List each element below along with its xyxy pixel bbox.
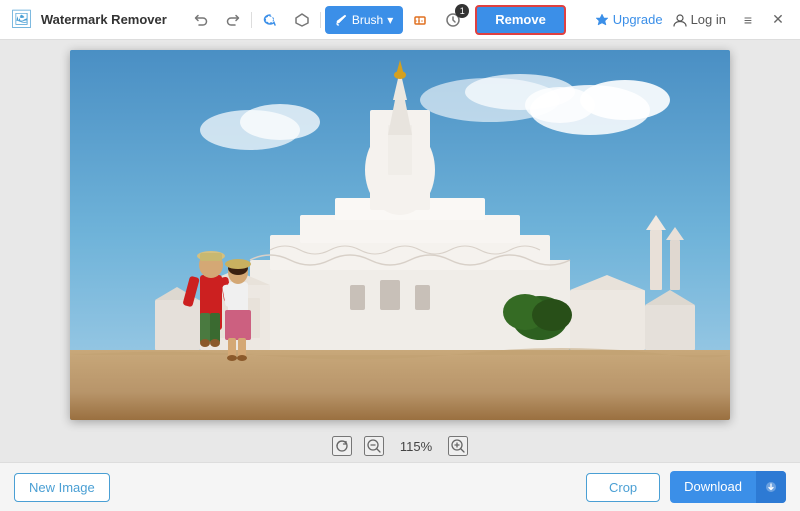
bottom-bar: New Image Crop Download: [0, 462, 800, 511]
brush-tool-button[interactable]: Brush ▾: [325, 6, 403, 34]
lasso-tool-button[interactable]: [256, 6, 284, 34]
window-controls: ≡ ✕: [736, 8, 790, 32]
upgrade-button[interactable]: Upgrade: [595, 12, 663, 27]
polygon-tool-button[interactable]: [288, 6, 316, 34]
redo-button[interactable]: [219, 6, 247, 34]
titlebar: 🖼 Watermark Remover: [0, 0, 800, 40]
download-arrow-icon[interactable]: [756, 471, 786, 503]
zoom-bar: 115%: [0, 430, 800, 462]
app-title: Watermark Remover: [41, 12, 167, 27]
login-button[interactable]: Log in: [673, 12, 726, 27]
titlebar-right: Upgrade Log in ≡ ✕: [595, 8, 790, 32]
eraser-tool-button[interactable]: [407, 6, 435, 34]
app-logo-icon: 🖼: [10, 9, 33, 30]
divider-2: [320, 12, 321, 28]
brush-dropdown-icon: ▾: [387, 13, 393, 27]
image-svg: [70, 50, 730, 420]
toolbar-tools: Brush ▾ 1: [187, 6, 467, 34]
image-canvas[interactable]: [70, 50, 730, 420]
zoom-in-button[interactable]: [448, 436, 468, 456]
history-button[interactable]: 1: [439, 6, 467, 34]
new-image-button[interactable]: New Image: [14, 473, 110, 502]
zoom-reset-button[interactable]: [332, 436, 352, 456]
download-label: Download: [670, 471, 756, 503]
image-container: [70, 50, 730, 420]
brush-label: Brush: [352, 13, 383, 27]
crop-button[interactable]: Crop: [586, 473, 660, 502]
bottom-right-actions: Crop Download: [586, 471, 786, 503]
zoom-level: 115%: [396, 439, 436, 454]
undo-button[interactable]: [187, 6, 215, 34]
history-badge: 1: [455, 4, 469, 18]
titlebar-left: 🖼 Watermark Remover: [10, 5, 566, 35]
remove-button[interactable]: Remove: [475, 5, 566, 35]
menu-button[interactable]: ≡: [736, 8, 760, 32]
close-button[interactable]: ✕: [766, 8, 790, 32]
upgrade-label: Upgrade: [613, 12, 663, 27]
download-button[interactable]: Download: [670, 471, 786, 503]
zoom-out-button[interactable]: [364, 436, 384, 456]
divider-1: [251, 12, 252, 28]
login-label: Log in: [691, 12, 726, 27]
main-content: [0, 40, 800, 430]
